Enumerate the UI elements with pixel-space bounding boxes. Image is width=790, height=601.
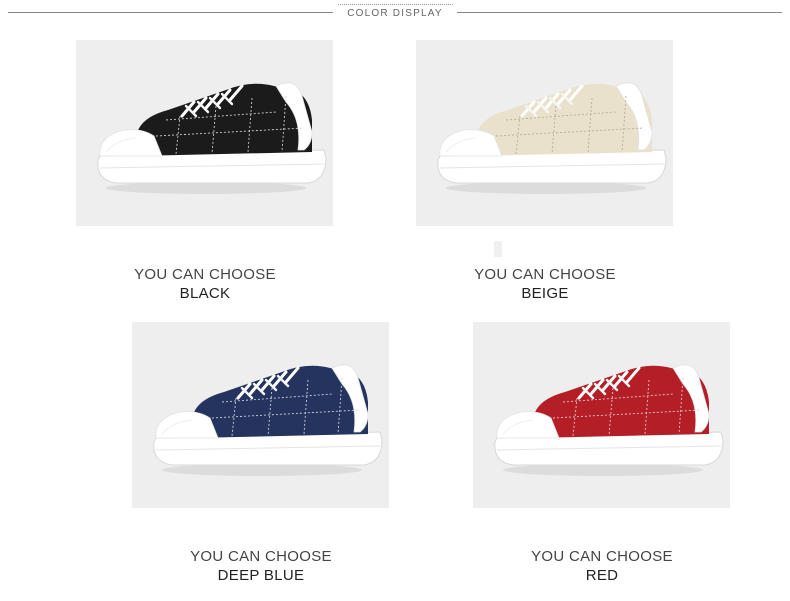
choose-label: YOU CAN CHOOSE [531,548,673,565]
color-name: BLACK [179,285,231,302]
choose-label: YOU CAN CHOOSE [474,266,616,283]
product-image-deep-blue[interactable] [132,322,389,508]
color-name: RED [585,567,619,584]
color-option-deep-blue: YOU CAN CHOOSE DEEP BLUE [161,547,361,585]
product-image-beige[interactable] [416,40,673,226]
choose-label: YOU CAN CHOOSE [134,266,276,283]
sneaker-icon [153,364,383,476]
decorative-mark [494,241,502,257]
header-ornament [338,0,453,5]
sneaker-icon [97,82,327,194]
product-image-red[interactable] [473,322,730,508]
color-option-black: YOU CAN CHOOSE BLACK [105,265,305,303]
product-image-black[interactable] [76,40,333,226]
header-divider-left [8,12,333,13]
color-option-beige: YOU CAN CHOOSE BEIGE [445,265,645,303]
section-title: COLOR DISPLAY [347,8,443,19]
header-divider-right [457,12,782,13]
section-header: COLOR DISPLAY [0,0,790,24]
sneaker-icon [437,82,667,194]
color-option-red: YOU CAN CHOOSE RED [502,547,702,585]
color-name: DEEP BLUE [217,567,305,584]
color-name: BEIGE [521,285,569,302]
sneaker-icon [494,364,724,476]
choose-label: YOU CAN CHOOSE [190,548,332,565]
